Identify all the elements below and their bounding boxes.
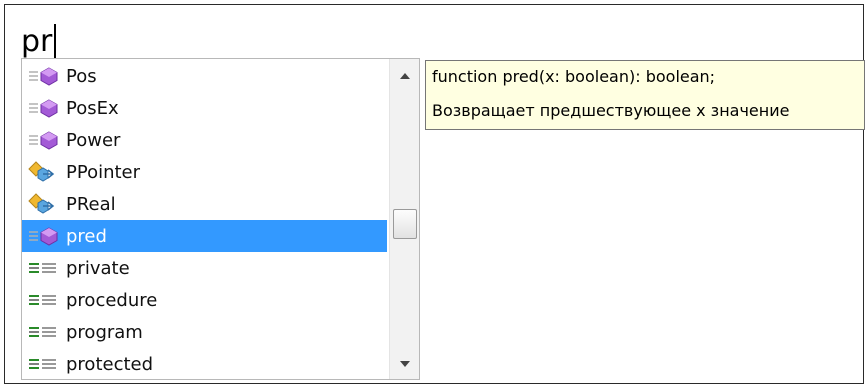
autocomplete-list: Pos PosEx Power PPointer PReal pred private pro…: [22, 59, 387, 379]
completion-item-protected[interactable]: protected: [22, 348, 387, 379]
keyword-icon: [26, 320, 62, 344]
completion-item-ppointer[interactable]: PPointer: [22, 156, 387, 188]
keyword-icon: [26, 352, 62, 376]
completion-item-program[interactable]: program: [22, 316, 387, 348]
text-caret: [54, 24, 57, 58]
autocomplete-popup: Pos PosEx Power PPointer PReal pred private pro…: [21, 58, 420, 380]
tooltip-description: Возвращает предшествующее x значение: [432, 101, 790, 120]
code-editor-line[interactable]: pr: [21, 19, 57, 63]
completion-item-label: Power: [66, 129, 121, 151]
function-icon: [26, 96, 62, 120]
type-icon: [26, 192, 62, 216]
completion-item-pred[interactable]: pred: [22, 220, 387, 252]
completion-item-private[interactable]: private: [22, 252, 387, 284]
keyword-icon: [26, 256, 62, 280]
completion-item-label: protected: [66, 353, 154, 375]
function-icon: [26, 64, 62, 88]
completion-item-label: program: [66, 321, 143, 343]
tooltip-signature: function pred(x: boolean): boolean;: [432, 67, 716, 86]
scroll-down-arrow-icon[interactable]: [398, 357, 412, 371]
completion-item-posex[interactable]: PosEx: [22, 92, 387, 124]
typed-text: pr: [21, 23, 53, 59]
scrollbar-thumb[interactable]: [393, 209, 417, 239]
completion-item-label: procedure: [66, 289, 158, 311]
function-icon: [26, 128, 62, 152]
signature-tooltip: function pred(x: boolean): boolean; Возв…: [425, 60, 865, 130]
scrollbar[interactable]: [389, 59, 419, 379]
completion-item-label: private: [66, 257, 130, 279]
keyword-icon: [26, 288, 62, 312]
completion-item-label: pred: [66, 225, 107, 247]
completion-item-label: PosEx: [66, 97, 119, 119]
completion-item-procedure[interactable]: procedure: [22, 284, 387, 316]
scroll-up-arrow-icon[interactable]: [398, 69, 412, 83]
completion-item-label: Pos: [66, 65, 97, 87]
completion-item-label: PReal: [66, 193, 116, 215]
completion-item-power[interactable]: Power: [22, 124, 387, 156]
completion-item-pos[interactable]: Pos: [22, 60, 387, 92]
type-icon: [26, 160, 62, 184]
completion-item-preal[interactable]: PReal: [22, 188, 387, 220]
completion-item-label: PPointer: [66, 161, 141, 183]
function-icon: [26, 224, 62, 248]
